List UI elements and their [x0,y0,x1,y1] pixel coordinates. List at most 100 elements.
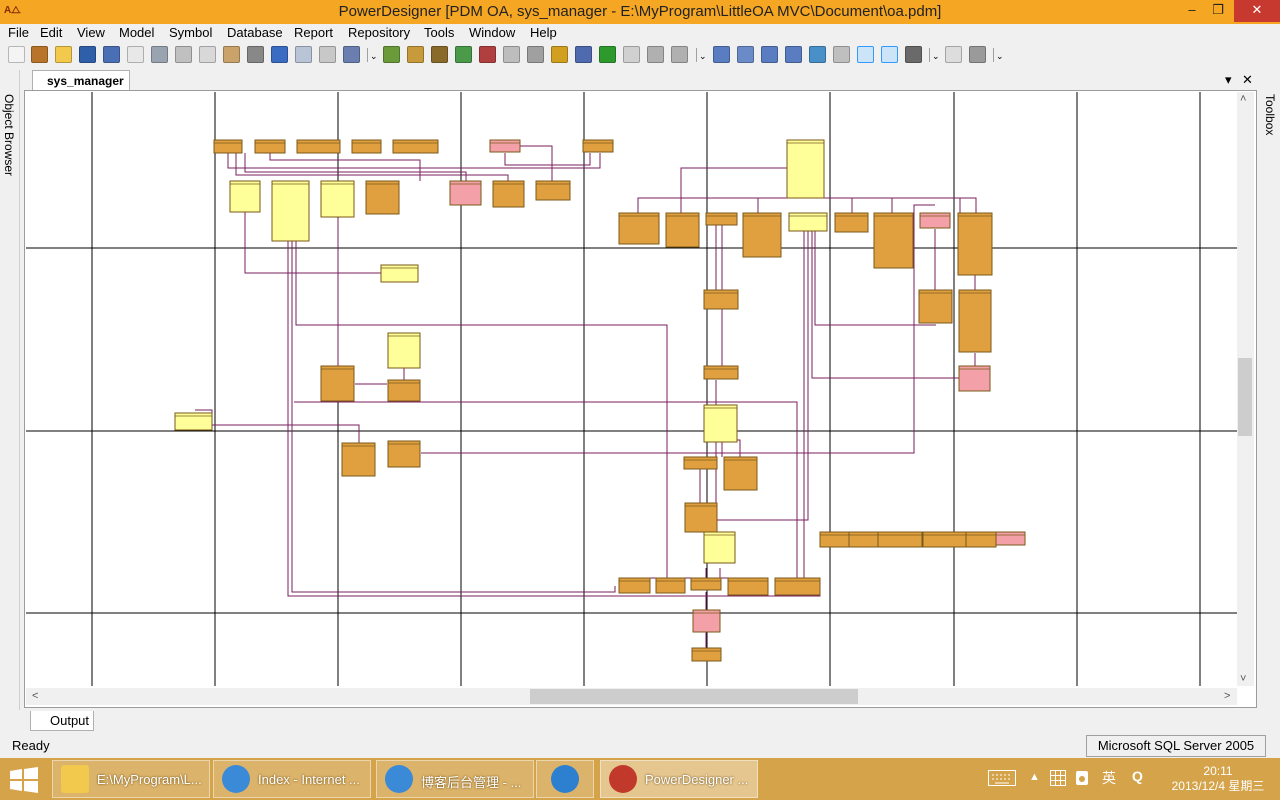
volume-icon[interactable] [1075,770,1089,789]
undo-button[interactable] [271,46,288,63]
restore-button[interactable]: ❐ [1204,0,1232,22]
printer-button[interactable] [969,46,986,63]
table-symbol[interactable] [655,577,686,594]
print-button[interactable] [151,46,168,63]
menu-tools[interactable]: Tools [424,25,454,40]
menu-symbol[interactable]: Symbol [169,25,212,40]
table-symbol[interactable] [365,180,400,215]
save-button[interactable] [79,46,96,63]
menu-report[interactable]: Report [294,25,333,40]
taskbar-item-4[interactable] [536,760,594,798]
horizontal-scroll-thumb[interactable] [530,689,858,704]
table-symbol[interactable] [692,609,721,633]
impact-button[interactable] [479,46,496,63]
menu-model[interactable]: Model [119,25,154,40]
table-symbol[interactable] [873,212,914,269]
document-close-icon[interactable]: ✕ [1242,72,1253,88]
table-symbol[interactable] [683,456,718,470]
system-clock[interactable]: 20:11 2013/12/4 星期三 [1164,764,1272,794]
table-symbol[interactable] [703,531,736,564]
table-symbol[interactable] [848,531,879,548]
table-symbol[interactable] [703,365,739,380]
minimize-button[interactable]: – [1178,0,1206,22]
table-symbol[interactable] [691,647,722,662]
table-symbol[interactable] [174,412,213,431]
table-symbol[interactable] [296,139,341,154]
find-button[interactable] [431,46,448,63]
table-symbol[interactable] [213,139,243,154]
table-symbol[interactable] [535,180,571,201]
table-symbol[interactable] [489,139,521,153]
scroll-up-icon[interactable]: ˄ [1240,93,1246,105]
open-folder-button[interactable] [55,46,72,63]
table-symbol[interactable] [703,404,738,443]
new-model-button[interactable] [8,46,25,63]
zoom-fit-button[interactable] [809,46,826,63]
check-model-button[interactable] [343,46,360,63]
redo-button[interactable] [295,46,312,63]
scroll-right-icon[interactable]: ˃ [1224,690,1230,702]
delete-button[interactable] [247,46,264,63]
table-symbol[interactable] [665,212,700,248]
print-preview-button[interactable] [127,46,144,63]
table-symbol[interactable] [320,180,355,218]
shape-button[interactable] [503,46,520,63]
table-symbol[interactable] [320,365,355,402]
ime-indicator[interactable]: 英 [1102,768,1116,788]
table-symbol[interactable] [723,456,758,491]
table-symbol[interactable] [684,502,718,533]
taskbar-item-5[interactable]: PowerDesigner ... [600,760,758,798]
new-table-button[interactable] [383,46,400,63]
pdm-diagram-canvas[interactable] [26,92,1237,686]
table-symbol[interactable] [834,212,869,233]
table-symbol[interactable] [618,212,660,245]
table-symbol[interactable] [690,577,722,591]
scroll-down-icon[interactable]: ˅ [1240,673,1246,685]
toolbar-overflow-icon[interactable]: ⌄ [699,51,707,62]
tab-sys-manager[interactable]: sys_manager [32,70,130,90]
table-symbol[interactable] [957,212,993,276]
menu-database[interactable]: Database [227,25,283,40]
fill-button[interactable] [575,46,592,63]
table-symbol[interactable] [254,139,286,154]
vertical-scroll-thumb[interactable] [1238,358,1252,436]
table-symbol[interactable] [742,212,782,258]
menu-file[interactable]: File [8,25,29,40]
table-symbol[interactable] [271,180,310,242]
table-symbol[interactable] [341,442,376,477]
zoom-in-button[interactable] [761,46,778,63]
menu-edit[interactable]: Edit [40,25,62,40]
object-browser-panel[interactable]: Object Browser [0,70,20,710]
table-symbol[interactable] [819,531,850,548]
table-symbol[interactable] [387,440,421,468]
grid-button[interactable] [857,46,874,63]
cut-button[interactable] [175,46,192,63]
table-symbol[interactable] [958,289,992,353]
pen-button[interactable] [551,46,568,63]
table-symbol[interactable] [788,212,828,232]
table-symbol[interactable] [582,139,614,153]
zoom-page-button[interactable] [833,46,850,63]
table-symbol[interactable] [618,577,651,594]
properties-button[interactable] [319,46,336,63]
table-symbol[interactable] [727,577,769,596]
table-symbol[interactable] [449,180,482,206]
zoom-out-button[interactable] [785,46,802,63]
taskbar-item-2[interactable]: Index - Internet ... [213,760,371,798]
toolbar-overflow-icon[interactable]: ⌄ [996,51,1004,62]
scroll-left-icon[interactable]: ˂ [32,690,38,702]
table-symbol[interactable] [919,212,951,229]
table-symbol[interactable] [877,531,923,548]
pointer-button[interactable] [713,46,730,63]
table-symbol[interactable] [922,531,967,548]
toolbox-panel[interactable]: Toolbox [1260,70,1280,710]
close-button[interactable]: ✕ [1234,0,1280,22]
table-symbol[interactable] [387,379,421,402]
menu-window[interactable]: Window [469,25,515,40]
table-symbol[interactable] [392,139,439,154]
browse-button[interactable] [407,46,424,63]
table-symbol[interactable] [380,264,419,283]
table-symbol[interactable] [387,332,421,369]
table-symbol[interactable] [965,531,997,548]
table-symbol[interactable] [995,531,1026,546]
